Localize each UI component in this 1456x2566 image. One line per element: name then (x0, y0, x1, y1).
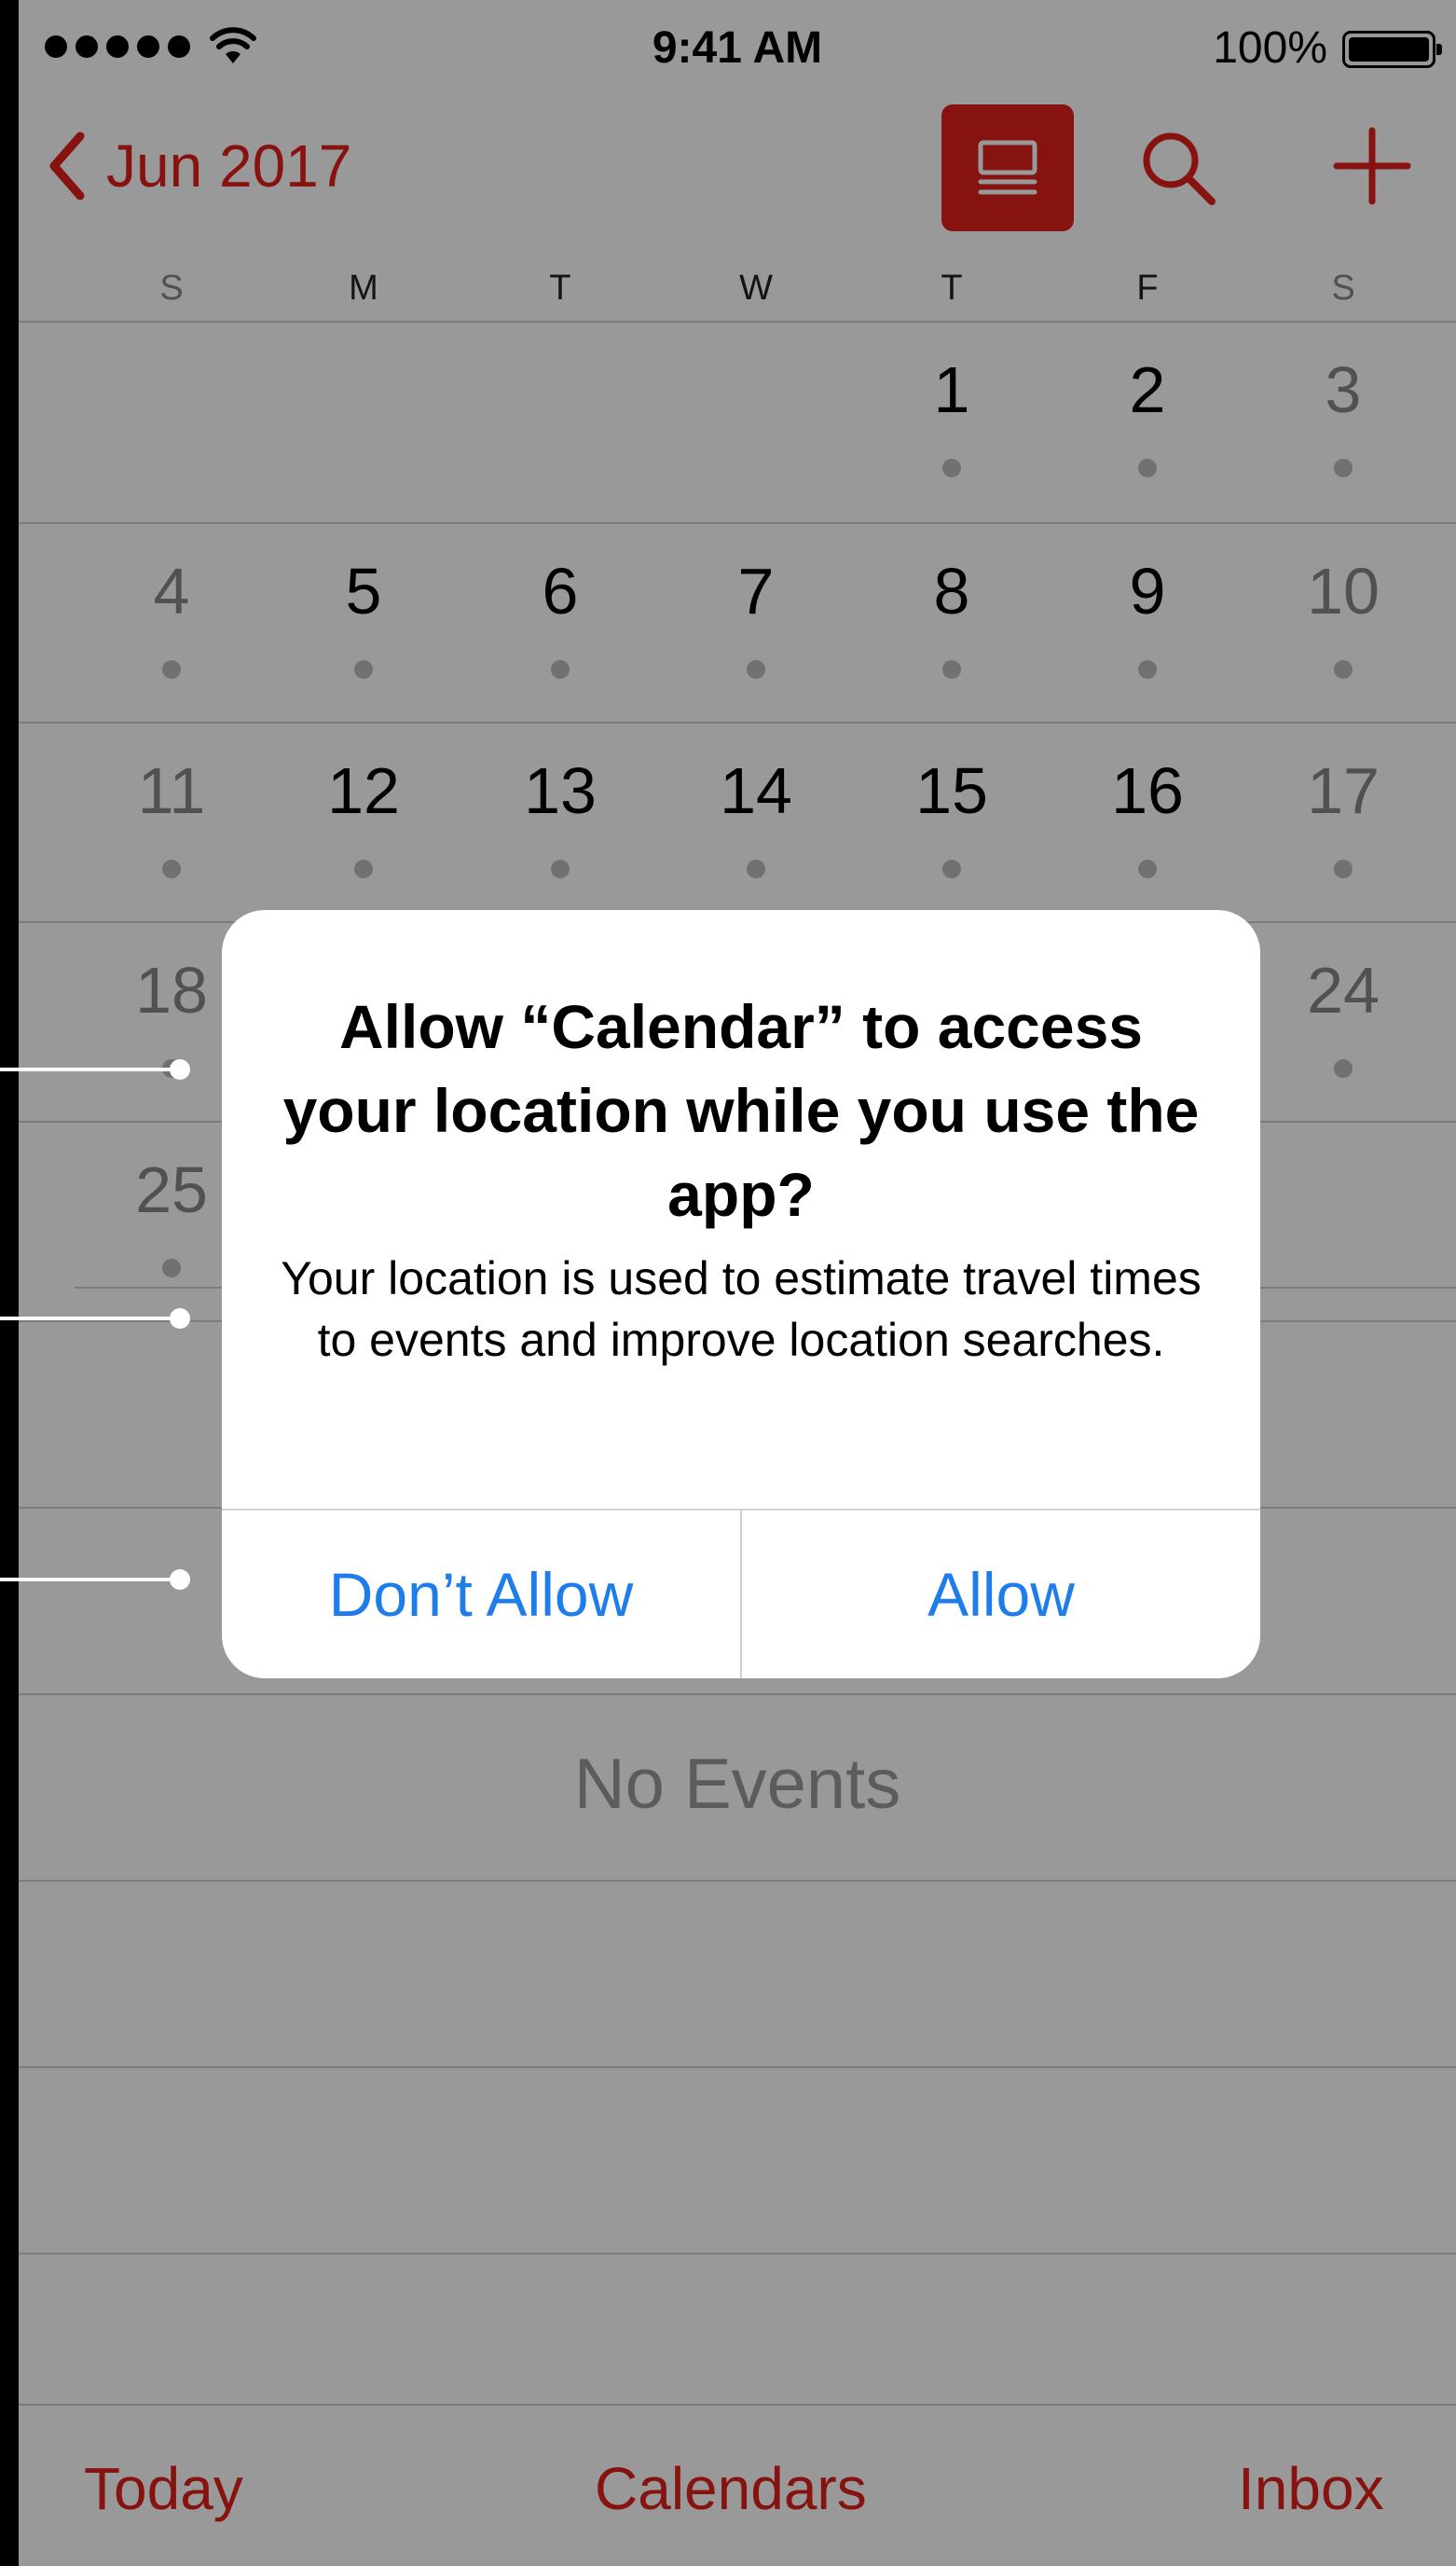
phone-screen: 9:41 AM 100% Jun 2017 S M T W T F S 1 2 … (19, 0, 1456, 2566)
callout-line (0, 1317, 179, 1320)
callout-line (0, 1578, 179, 1581)
callout-dot (170, 1569, 190, 1590)
location-permission-alert: Allow “Calendar” to access your location… (222, 910, 1260, 1678)
callout-dot (170, 1059, 190, 1080)
callout-line (0, 1068, 179, 1071)
alert-title: Allow “Calendar” to access your location… (282, 992, 1200, 1229)
callout-dot (170, 1308, 190, 1329)
allow-button[interactable]: Allow (742, 1511, 1260, 1678)
alert-message: Your location is used to estimate travel… (281, 1252, 1202, 1366)
screen: 9:41 AM 100% Jun 2017 S M T W T F S 1 2 … (0, 0, 1456, 2566)
dont-allow-button[interactable]: Don’t Allow (222, 1511, 740, 1678)
